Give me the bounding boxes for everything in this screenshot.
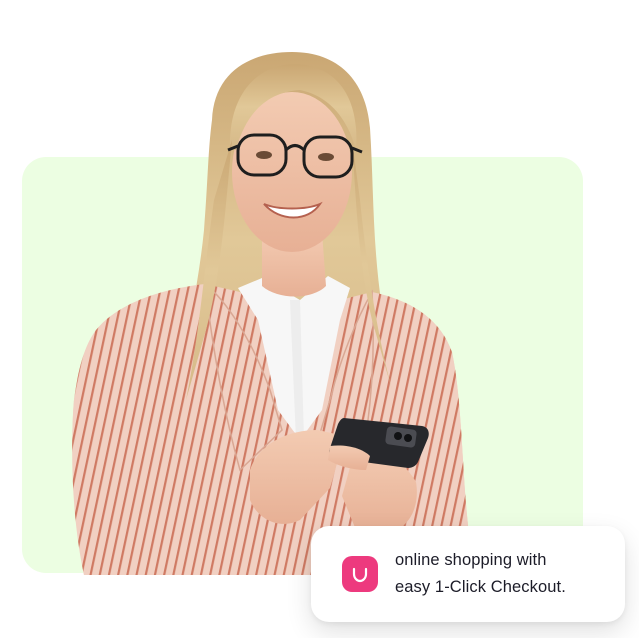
hero-section: online shopping with easy 1-Click Checko… bbox=[0, 0, 639, 638]
checkout-callout-card: online shopping with easy 1-Click Checko… bbox=[311, 526, 625, 622]
shopping-bag-icon bbox=[342, 556, 378, 592]
callout-line-2: easy 1-Click Checkout. bbox=[395, 578, 566, 596]
callout-line-1: online shopping with bbox=[395, 551, 547, 569]
callout-text: online shopping with easy 1-Click Checko… bbox=[395, 547, 566, 601]
